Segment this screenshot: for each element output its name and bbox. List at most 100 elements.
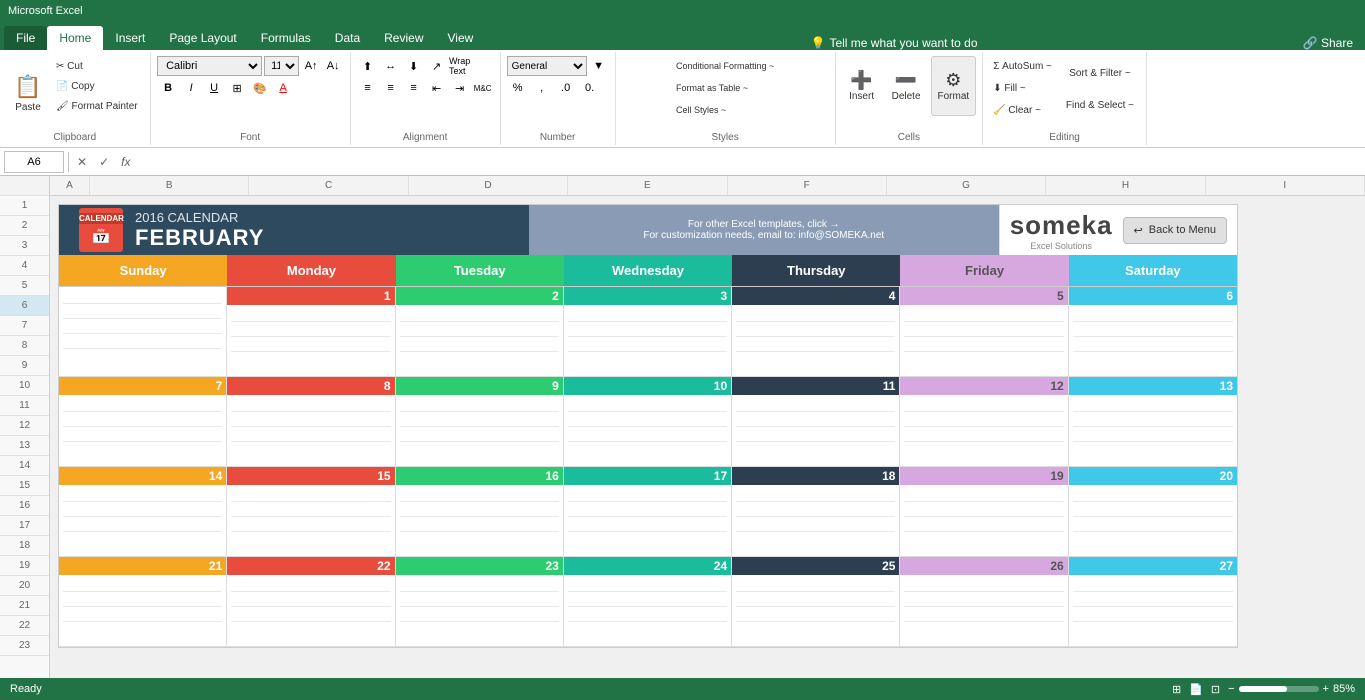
conditional-formatting-button[interactable]: Conditional Formatting ~: [672, 56, 778, 76]
copy-button[interactable]: 📄 Copy: [52, 76, 142, 96]
back-to-menu-button[interactable]: ↩ Back to Menu: [1123, 217, 1227, 244]
cell-week1-sun[interactable]: [59, 287, 227, 377]
wrap-text-button[interactable]: Wrap Text: [449, 56, 471, 76]
row-header-6[interactable]: 6: [0, 296, 49, 316]
tab-data[interactable]: Data: [323, 26, 372, 50]
tab-file[interactable]: File: [4, 26, 47, 50]
tab-insert[interactable]: Insert: [103, 26, 157, 50]
text-direction-button[interactable]: ↗: [426, 56, 448, 76]
cell-styles-button[interactable]: Cell Styles ~: [672, 100, 778, 120]
increase-decimal-button[interactable]: .0: [555, 78, 577, 98]
cell-week3-fri[interactable]: 19: [900, 467, 1068, 557]
tab-view[interactable]: View: [436, 26, 486, 50]
cell-week4-tue[interactable]: 23: [396, 557, 564, 647]
cell-week1-mon[interactable]: 1: [227, 287, 395, 377]
sort-filter-button[interactable]: Sort & Filter ~: [1060, 58, 1140, 88]
merge-center-button[interactable]: M&C: [472, 78, 494, 98]
tab-formulas[interactable]: Formulas: [249, 26, 323, 50]
col-header-B[interactable]: B: [90, 176, 249, 195]
tab-home[interactable]: Home: [47, 26, 103, 50]
formula-input[interactable]: [138, 151, 1361, 173]
align-middle-button[interactable]: ↔: [380, 56, 402, 76]
spreadsheet-content[interactable]: A B C D E F G H I CALENDAR 📅: [50, 176, 1365, 678]
cell-week1-tue[interactable]: 2: [396, 287, 564, 377]
cell-week3-mon[interactable]: 15: [227, 467, 395, 557]
decrease-decimal-button[interactable]: 0.: [579, 78, 601, 98]
cell-week3-sat[interactable]: 20: [1069, 467, 1237, 557]
tell-me-input[interactable]: 💡 Tell me what you want to do: [485, 36, 1302, 50]
increase-indent-button[interactable]: ⇥: [449, 78, 471, 98]
decrease-indent-button[interactable]: ⇤: [426, 78, 448, 98]
insert-cells-button[interactable]: ➕ Insert: [842, 56, 882, 116]
cell-reference-box[interactable]: [4, 151, 64, 173]
tab-review[interactable]: Review: [372, 26, 435, 50]
col-header-E[interactable]: E: [568, 176, 727, 195]
col-header-D[interactable]: D: [409, 176, 568, 195]
zoom-decrease-button[interactable]: −: [1228, 683, 1234, 695]
cell-week4-thu[interactable]: 25: [732, 557, 900, 647]
percent-button[interactable]: %: [507, 78, 529, 98]
italic-button[interactable]: I: [180, 78, 202, 98]
cell-week4-wed[interactable]: 24: [564, 557, 732, 647]
align-center-button[interactable]: ≡: [380, 78, 402, 98]
zoom-increase-button[interactable]: +: [1323, 683, 1329, 695]
number-format-select[interactable]: General: [507, 56, 587, 76]
cell-week1-sat[interactable]: 6: [1069, 287, 1237, 377]
align-top-button[interactable]: ⬆: [357, 56, 379, 76]
number-format-expand[interactable]: ▼: [589, 56, 609, 76]
cell-week4-sun[interactable]: 21: [59, 557, 227, 647]
thousands-button[interactable]: ,: [531, 78, 553, 98]
col-header-G[interactable]: G: [887, 176, 1046, 195]
tab-page-layout[interactable]: Page Layout: [157, 26, 248, 50]
share-button[interactable]: 🔗 Share: [1303, 36, 1365, 50]
find-select-button[interactable]: Find & Select ~: [1060, 90, 1140, 120]
delete-cells-button[interactable]: ➖ Delete: [886, 56, 927, 116]
align-bottom-button[interactable]: ⬇: [403, 56, 425, 76]
cut-button[interactable]: ✂ Cut: [52, 56, 142, 76]
cell-week1-thu[interactable]: 4: [732, 287, 900, 377]
cell-week2-thu[interactable]: 11: [732, 377, 900, 467]
font-size-increase-button[interactable]: A↑: [301, 56, 321, 76]
format-painter-button[interactable]: 🖌 Format Painter: [52, 96, 142, 116]
font-size-select[interactable]: 11: [264, 56, 299, 76]
align-left-button[interactable]: ≡: [357, 78, 379, 98]
cell-week4-mon[interactable]: 22: [227, 557, 395, 647]
cancel-input-icon[interactable]: ✕: [73, 155, 91, 169]
font-color-button[interactable]: A: [272, 78, 294, 98]
col-header-A[interactable]: A: [50, 176, 90, 195]
bold-button[interactable]: B: [157, 78, 179, 98]
cell-week1-fri[interactable]: 5: [900, 287, 1068, 377]
font-size-decrease-button[interactable]: A↓: [323, 56, 343, 76]
font-name-select[interactable]: Calibri: [157, 56, 262, 76]
confirm-input-icon[interactable]: ✓: [95, 155, 113, 169]
cell-week2-fri[interactable]: 12: [900, 377, 1068, 467]
borders-button[interactable]: ⊞: [226, 78, 248, 98]
cell-week4-fri[interactable]: 26: [900, 557, 1068, 647]
custom-view-button[interactable]: ⊡: [1211, 683, 1220, 696]
col-header-H[interactable]: H: [1046, 176, 1205, 195]
cell-week2-mon[interactable]: 8: [227, 377, 395, 467]
cell-week4-sat[interactable]: 27: [1069, 557, 1237, 647]
cell-week2-tue[interactable]: 9: [396, 377, 564, 467]
cell-week3-tue[interactable]: 16: [396, 467, 564, 557]
underline-button[interactable]: U: [203, 78, 225, 98]
page-layout-view-button[interactable]: ⊞: [1172, 683, 1181, 696]
col-header-F[interactable]: F: [728, 176, 887, 195]
insert-function-icon[interactable]: fx: [117, 155, 134, 169]
align-right-button[interactable]: ≡: [403, 78, 425, 98]
cell-week2-sat[interactable]: 13: [1069, 377, 1237, 467]
cell-week3-sun[interactable]: 14: [59, 467, 227, 557]
paste-button[interactable]: 📋 Paste: [8, 60, 48, 126]
cell-week2-wed[interactable]: 10: [564, 377, 732, 467]
format-cells-button[interactable]: ⚙ Format: [931, 56, 977, 116]
cell-week3-thu[interactable]: 18: [732, 467, 900, 557]
cell-week2-sun[interactable]: 7: [59, 377, 227, 467]
calendar-link[interactable]: For other Excel templates, click →: [688, 219, 840, 230]
page-break-view-button[interactable]: 📄: [1189, 683, 1203, 696]
format-as-table-button[interactable]: Format as Table ~: [672, 78, 778, 98]
cell-week3-wed[interactable]: 17: [564, 467, 732, 557]
clear-button[interactable]: 🧹 Clear ~: [989, 100, 1056, 120]
autosum-button[interactable]: Σ AutoSum ~: [989, 56, 1056, 76]
fill-button[interactable]: ⬇ Fill ~: [989, 78, 1056, 98]
cell-week1-wed[interactable]: 3: [564, 287, 732, 377]
